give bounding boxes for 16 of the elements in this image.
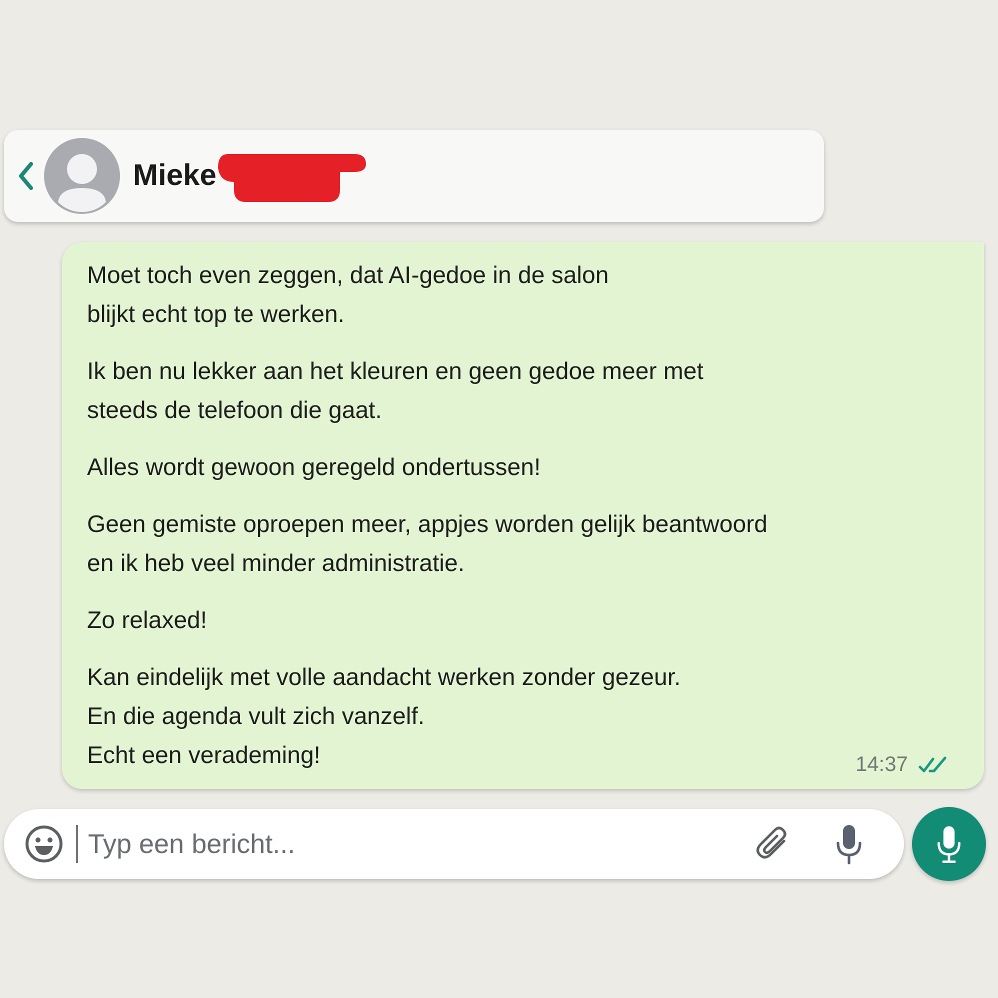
voice-record-button[interactable]: [912, 807, 986, 881]
message-text: Geen gemiste oproepen meer, appjes worden gelijk beantwoord en ik heb veel minder administratie.: [87, 510, 768, 579]
message-text: Alles wordt gewoon geregeld ondertussen!: [87, 453, 541, 483]
smiley-icon[interactable]: [24, 824, 64, 864]
microphone-icon: [935, 824, 963, 864]
microphone-icon[interactable]: [834, 823, 864, 865]
message-text: Zo relaxed!: [87, 606, 208, 636]
message-field[interactable]: Typ een bericht...: [86, 828, 754, 860]
message-time: 14:37: [855, 753, 908, 777]
message-text: Moet toch even zeggen, dat AI-gedoe in de salon blijkt echt top te werken.: [87, 261, 609, 330]
message-bar[interactable]: Typ een bericht...: [4, 809, 904, 879]
contact-name: Mieke: [133, 159, 216, 193]
avatar-icon: [44, 138, 120, 214]
message-text: Ik ben nu lekker aan het kleuren en geen gedoe meer met steeds de telefoon die gaat.: [87, 357, 704, 426]
message-text: Kan eindelijk met volle aandacht werken zonder gezeur. En die agenda vult zich vanzelf. Echt een verademing!: [87, 663, 681, 771]
back-icon[interactable]: [18, 161, 34, 191]
